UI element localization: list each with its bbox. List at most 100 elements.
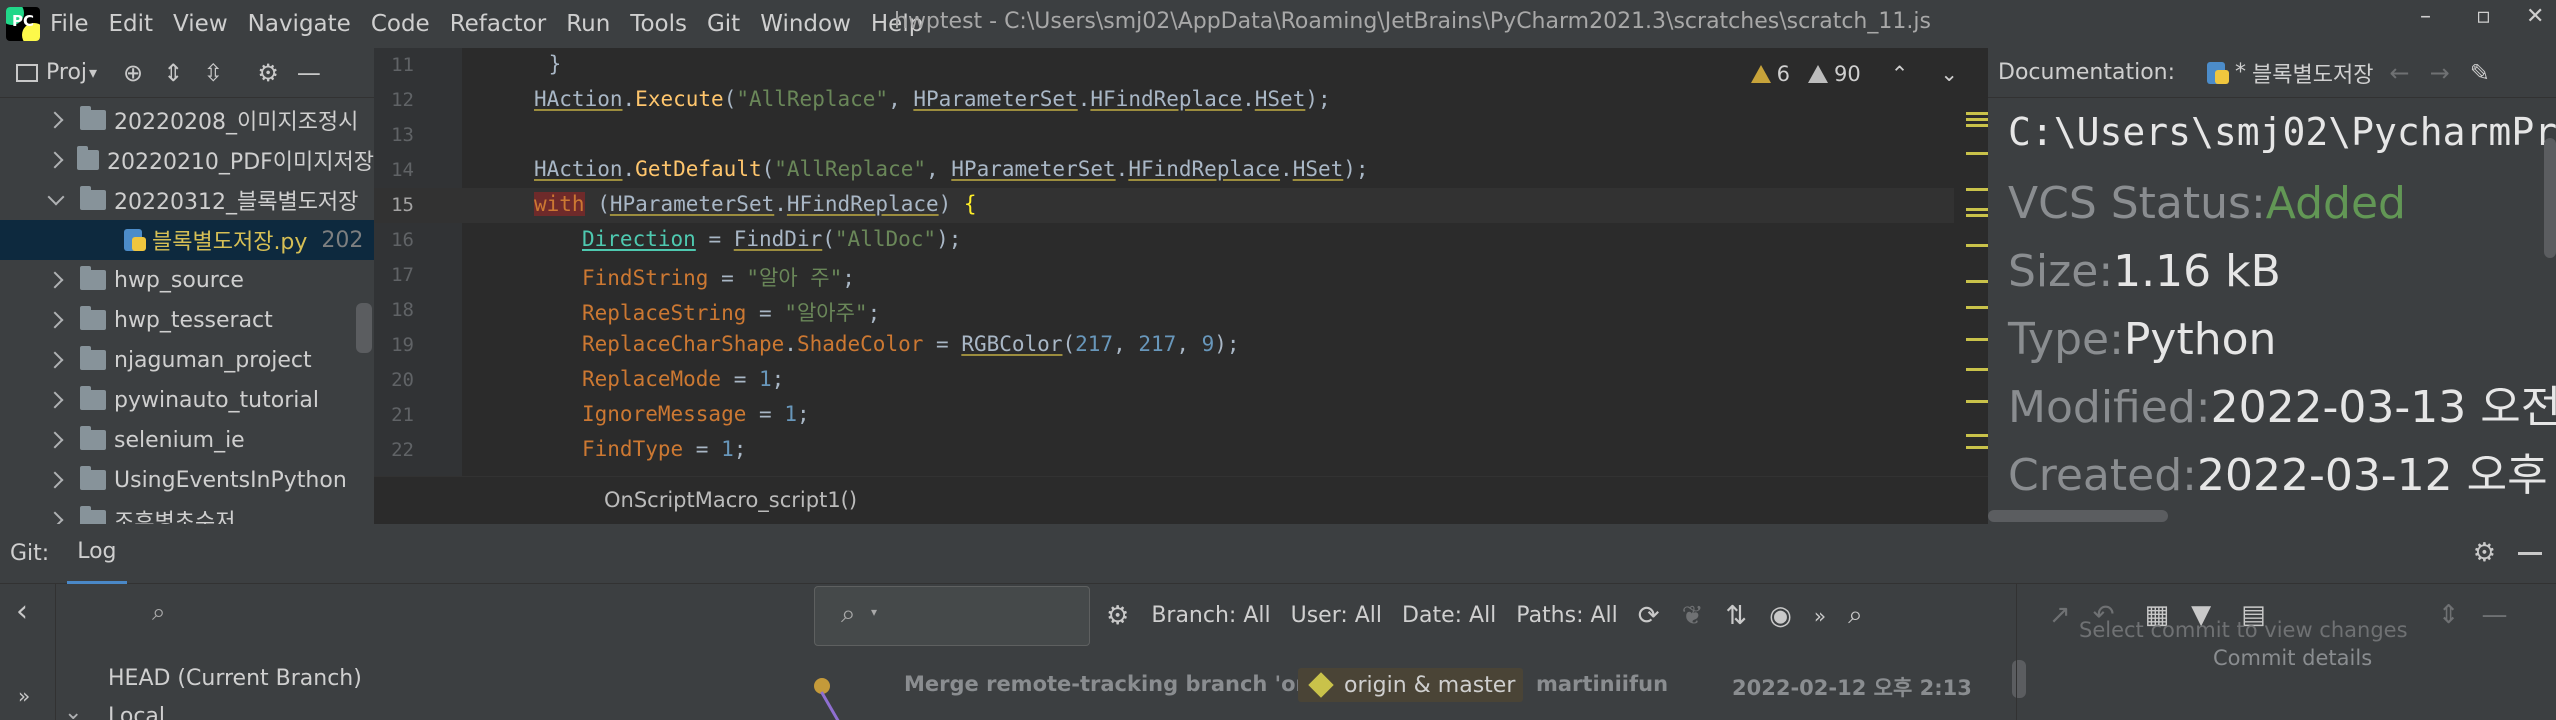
tree-folder-njaguman[interactable]: njaguman_project	[0, 340, 374, 380]
log-search-input[interactable]: ⌕ ▾	[814, 586, 1090, 646]
locate-file-icon[interactable]: ⊕	[123, 59, 143, 87]
stripe-mark[interactable]	[1966, 208, 1988, 211]
sort-icon[interactable]: ⇅	[1725, 601, 1747, 631]
edit-source-icon[interactable]: ✎	[2470, 59, 2490, 87]
filter-user[interactable]: User: All	[1291, 603, 1382, 628]
gear-icon[interactable]: ⚙	[257, 59, 279, 87]
tree-folder-20220312[interactable]: 20220312_블록별도저장	[0, 180, 374, 220]
back-arrow-icon[interactable]: ←	[2389, 59, 2409, 87]
stripe-mark[interactable]	[1966, 280, 1988, 283]
eye-icon[interactable]: ◉	[1769, 601, 1792, 631]
next-highlight-icon[interactable]: ⌄	[1940, 62, 1958, 86]
menu-run[interactable]: Run	[566, 11, 610, 37]
code-editor[interactable]: 11 } 12 HAction.Execute("AllReplace", HP…	[374, 48, 1988, 524]
more-icon[interactable]: »	[1814, 604, 1826, 628]
tree-folder-hwp-source[interactable]: hwp_source	[0, 260, 374, 300]
stripe-mark[interactable]	[1966, 368, 1988, 371]
more-icon[interactable]: »	[18, 684, 30, 708]
chevron-right-icon[interactable]	[46, 270, 66, 290]
branch-head[interactable]: HEAD (Current Branch)	[108, 666, 362, 691]
commit-row[interactable]: Merge remote-tracking branch 'or origin …	[796, 668, 2016, 720]
gear-icon[interactable]: ⚙	[2473, 538, 2496, 568]
stripe-mark[interactable]	[1966, 244, 1988, 247]
branch-filter-input[interactable]: ⌕	[116, 588, 846, 638]
branch-local[interactable]: Local	[108, 704, 165, 720]
tab-log[interactable]: Log	[67, 524, 127, 584]
menu-tools[interactable]: Tools	[630, 11, 687, 37]
code-line[interactable]: 22 FindType = 1;	[374, 433, 1954, 468]
maximize-window-button[interactable]: ▫	[2476, 4, 2491, 29]
minimize-window-button[interactable]: –	[2420, 4, 2431, 29]
stripe-mark[interactable]	[1966, 338, 1988, 341]
chevron-right-icon[interactable]	[46, 390, 66, 410]
chevron-right-icon[interactable]	[46, 110, 66, 130]
code-line-current[interactable]: 15 with (HParameterSet.HFindReplace) {	[374, 188, 1954, 223]
tree-folder-pywinauto[interactable]: pywinauto_tutorial	[0, 380, 374, 420]
stripe-mark[interactable]	[1966, 434, 1988, 437]
stripe-mark[interactable]	[1966, 118, 1988, 121]
stripe-mark[interactable]	[1966, 446, 1988, 449]
chevron-down-icon[interactable]	[46, 190, 66, 210]
menu-navigate[interactable]: Navigate	[248, 11, 351, 37]
code-line[interactable]: 16 Direction = FindDir("AllDoc");	[374, 223, 1954, 258]
hide-panel-icon[interactable]	[2518, 552, 2542, 555]
tree-folder-usingevents[interactable]: UsingEventsInPython	[0, 460, 374, 500]
inspection-widget[interactable]: 6 90 ⌃ ⌄	[1750, 62, 1958, 86]
stripe-mark[interactable]	[1966, 112, 1988, 115]
menu-window[interactable]: Window	[760, 11, 851, 37]
hide-panel-icon[interactable]: —	[297, 59, 321, 87]
code-line[interactable]: 19 ReplaceCharShape.ShadeColor = RGBColo…	[374, 328, 1954, 363]
expand-all-icon[interactable]: ⇕	[2438, 600, 2460, 630]
close-window-button[interactable]: ✕	[2526, 4, 2544, 29]
menu-git[interactable]: Git	[707, 11, 740, 37]
tree-folder-selenium[interactable]: selenium_ie	[0, 420, 374, 460]
tree-folder-partial[interactable]: 조후병초수저	[0, 500, 374, 524]
stripe-mark[interactable]	[1966, 188, 1988, 191]
menu-refactor[interactable]: Refactor	[450, 11, 546, 37]
filter-branch[interactable]: Branch: All	[1151, 603, 1270, 628]
code-line[interactable]: 20 ReplaceMode = 1;	[374, 363, 1954, 398]
chevron-down-icon[interactable]: ⌄	[64, 700, 82, 720]
tree-file-selected[interactable]: 블록별도저장.py 202	[0, 220, 374, 260]
refresh-icon[interactable]: ⟳	[1638, 601, 1660, 631]
tree-folder-hwp-tesseract[interactable]: hwp_tesseract	[0, 300, 374, 340]
expand-all-icon[interactable]: ⇕	[163, 59, 183, 87]
code-line[interactable]: 11 }	[374, 48, 1954, 83]
forward-arrow-icon[interactable]: →	[2430, 59, 2450, 87]
collapse-all-icon[interactable]: —	[2482, 600, 2508, 630]
menu-edit[interactable]: Edit	[109, 11, 154, 37]
code-line[interactable]: 18 ReplaceString = "알아주";	[374, 293, 1954, 328]
stripe-mark[interactable]	[1966, 400, 1988, 403]
collapse-all-icon[interactable]: ⇳	[203, 59, 223, 87]
documentation-horizontal-scrollbar[interactable]	[1988, 510, 2168, 522]
chevron-right-icon[interactable]	[46, 430, 66, 450]
tree-folder-20220210[interactable]: 20220210_PDF이미지저장	[0, 140, 374, 180]
code-line[interactable]: 14 HAction.GetDefault("AllReplace", HPar…	[374, 153, 1954, 188]
chevron-right-icon[interactable]	[46, 150, 63, 170]
chevron-right-icon[interactable]	[46, 350, 66, 370]
stripe-mark[interactable]	[1966, 214, 1988, 217]
gear-icon[interactable]: ⚙	[1106, 601, 1129, 631]
pin-icon[interactable]: ↗	[2049, 600, 2071, 630]
code-line[interactable]: 21 IgnoreMessage = 1;	[374, 398, 1954, 433]
tree-folder-20220208[interactable]: 20220208_이미지조정시	[0, 100, 374, 140]
previous-highlight-icon[interactable]: ⌃	[1891, 62, 1909, 86]
filter-paths[interactable]: Paths: All	[1516, 603, 1617, 628]
pycharm-logo-icon[interactable]: PC	[6, 7, 40, 41]
chevron-down-icon[interactable]: ▾	[89, 63, 97, 82]
documentation-tab[interactable]: * 블록별도저장	[2205, 57, 2373, 89]
chevron-right-icon[interactable]	[46, 470, 66, 490]
stripe-mark[interactable]	[1966, 152, 1988, 155]
search-icon[interactable]: ⌕	[1848, 600, 1863, 631]
chevron-right-icon[interactable]	[46, 510, 66, 524]
chevron-right-icon[interactable]	[46, 310, 66, 330]
code-line[interactable]: 13	[374, 118, 1954, 153]
filter-date[interactable]: Date: All	[1402, 603, 1496, 628]
stripe-mark[interactable]	[1966, 306, 1988, 309]
project-view-selector[interactable]: Proj	[46, 60, 87, 85]
menu-code[interactable]: Code	[371, 11, 430, 37]
chevron-left-icon[interactable]: ‹	[16, 594, 28, 629]
error-stripe[interactable]	[1962, 48, 1988, 524]
documentation-vertical-scrollbar[interactable]	[2544, 138, 2556, 258]
menu-view[interactable]: View	[173, 11, 228, 37]
